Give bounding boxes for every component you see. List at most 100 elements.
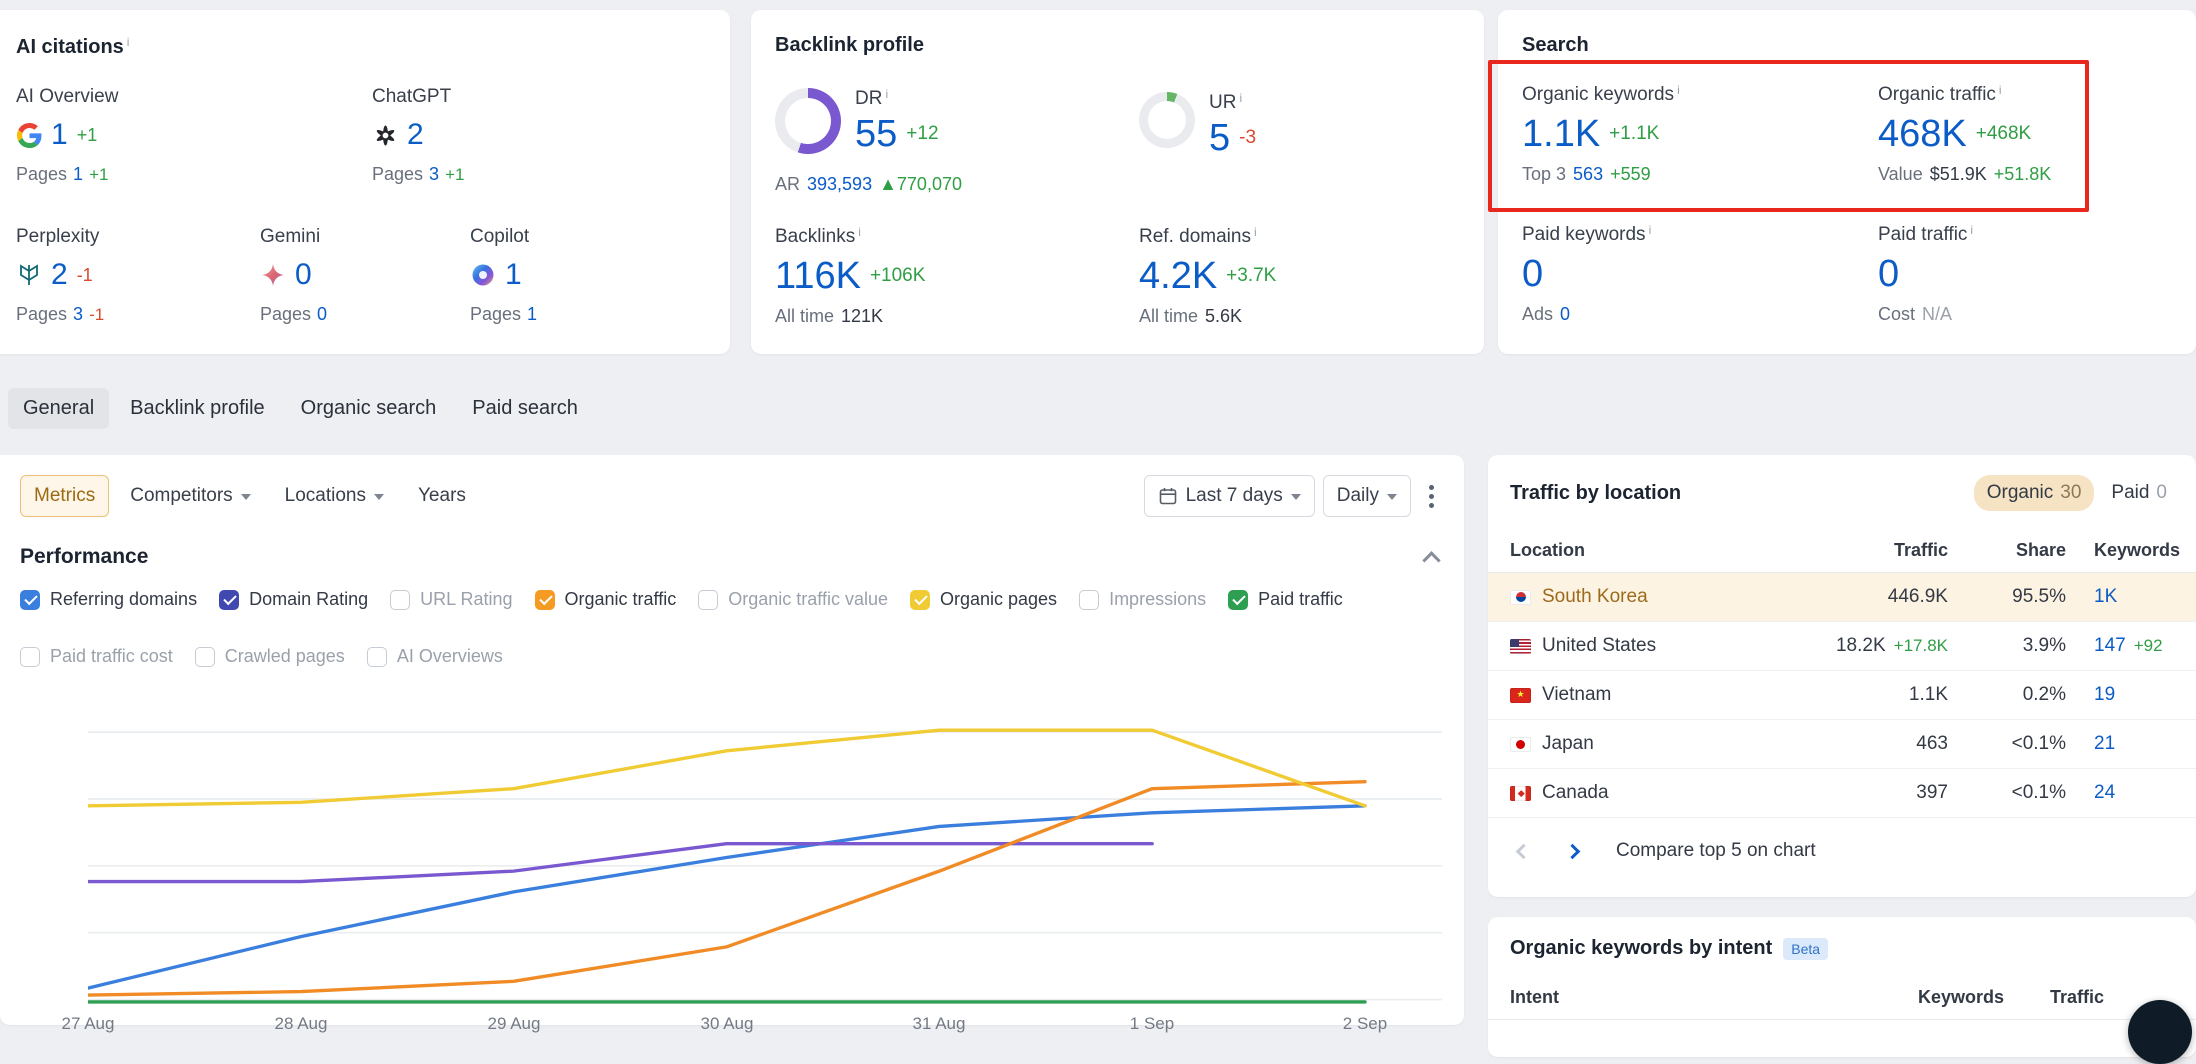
ar-value[interactable]: 393,593 (807, 174, 872, 195)
gemini-icon (260, 262, 286, 288)
checkbox[interactable] (195, 647, 215, 667)
info-icon[interactable]: i (858, 226, 861, 238)
copilot-icon (470, 262, 496, 288)
checkbox[interactable] (219, 590, 239, 610)
domain-rating-block: DRi 55 +12 (775, 88, 939, 164)
date-range-dropdown[interactable]: Last 7 days (1144, 475, 1315, 517)
organic-traffic-value[interactable]: 468K (1878, 115, 1967, 153)
keywords-link[interactable]: 1K (2094, 586, 2117, 608)
url-rating-block: URi 5 -3 (1139, 92, 1256, 168)
toggle-organic-traffic-value[interactable]: Organic traffic value (698, 589, 888, 610)
flag-vietnam-icon (1510, 688, 1531, 703)
locations-dropdown[interactable]: Locations (272, 476, 397, 516)
paid-keywords-metric: Paid keywordsi 0 Ads 0 (1522, 224, 1651, 325)
pages-value[interactable]: 1 (527, 304, 537, 325)
tab-paid-search[interactable]: Paid search (457, 388, 593, 429)
competitors-dropdown[interactable]: Competitors (117, 476, 263, 516)
toggle-organic-pages[interactable]: Organic pages (910, 589, 1057, 610)
metric-toggles: Referring domains Domain Rating URL Rati… (0, 569, 1444, 667)
performance-chart[interactable] (88, 682, 1442, 1026)
checkbox[interactable] (20, 590, 40, 610)
info-icon[interactable]: i (1999, 84, 2002, 96)
paid-keywords-value[interactable]: 0 (1522, 255, 1543, 293)
granularity-dropdown[interactable]: Daily (1323, 475, 1411, 517)
toggle-url-rating[interactable]: URL Rating (390, 589, 512, 610)
pages-value[interactable]: 3 (73, 304, 83, 325)
copilot-value[interactable]: 1 (505, 260, 522, 290)
pages-value[interactable]: 1 (73, 164, 83, 185)
toggle-domain-rating[interactable]: Domain Rating (219, 589, 368, 610)
checkbox[interactable] (535, 590, 555, 610)
metrics-button[interactable]: Metrics (20, 475, 109, 517)
toggle-referring-domains[interactable]: Referring domains (20, 589, 197, 610)
checkbox[interactable] (1228, 590, 1248, 610)
table-row-canada[interactable]: Canada 397 <0.1% 24 (1488, 769, 2196, 818)
paid-count: 0 (2156, 482, 2167, 504)
info-icon[interactable]: i (885, 88, 888, 100)
table-row-japan[interactable]: Japan 463 <0.1% 21 (1488, 720, 2196, 769)
keywords-link[interactable]: 21 (2094, 733, 2115, 755)
pages-delta: -1 (89, 305, 104, 325)
toggle-ai-overviews[interactable]: AI Overviews (367, 646, 503, 667)
checkbox[interactable] (910, 590, 930, 610)
toggle-crawled-pages[interactable]: Crawled pages (195, 646, 345, 667)
organic-keywords-value[interactable]: 1.1K (1522, 115, 1600, 153)
ref-domains-value[interactable]: 4.2K (1139, 257, 1217, 295)
info-icon[interactable]: i (1239, 92, 1242, 104)
performance-header: Performance (0, 517, 1464, 569)
ur-label: UR (1209, 92, 1236, 114)
info-icon[interactable]: i (1970, 224, 1973, 236)
table-row-south-korea[interactable]: South Korea 446.9K 95.5% 1K (1488, 573, 2196, 622)
ai-overview-value[interactable]: 1 (51, 120, 68, 150)
cost-value: N/A (1922, 304, 1952, 325)
keywords-link[interactable]: 24 (2094, 782, 2115, 804)
toggle-paid-traffic[interactable]: Paid traffic (1228, 589, 1343, 610)
chatgpt-value[interactable]: 2 (407, 120, 424, 150)
next-page-chevron-icon[interactable] (1565, 843, 1581, 859)
tab-general[interactable]: General (8, 388, 109, 429)
checkbox[interactable] (698, 590, 718, 610)
toggle-organic-traffic[interactable]: Organic traffic (535, 589, 677, 610)
info-icon[interactable]: i (1254, 226, 1257, 238)
tab-organic-search[interactable]: Organic search (286, 388, 452, 429)
ads-value[interactable]: 0 (1560, 304, 1570, 325)
perplexity-value[interactable]: 2 (51, 260, 68, 290)
perplexity-metric: Perplexity 2 -1 Pages 3 -1 (16, 226, 104, 325)
backlinks-value[interactable]: 116K (775, 257, 861, 295)
info-icon[interactable]: i (1677, 84, 1680, 96)
paid-tab[interactable]: Paid 0 (2098, 475, 2180, 511)
checkbox[interactable] (1079, 590, 1099, 610)
info-icon[interactable]: i (1649, 224, 1652, 236)
more-options-kebab-icon[interactable] (1419, 477, 1444, 516)
paid-traffic-value[interactable]: 0 (1878, 255, 1899, 293)
previous-page-chevron-icon[interactable] (1516, 843, 1532, 859)
pages-value[interactable]: 0 (317, 304, 327, 325)
table-row-vietnam[interactable]: Vietnam 1.1K 0.2% 19 (1488, 671, 2196, 720)
tab-backlink-profile[interactable]: Backlink profile (115, 388, 280, 429)
checkbox[interactable] (390, 590, 410, 610)
flag-japan-icon (1510, 737, 1531, 752)
chevron-down-icon (374, 494, 384, 505)
keywords-link[interactable]: 147 (2094, 635, 2126, 657)
pages-label: Pages (372, 164, 423, 185)
years-button[interactable]: Years (405, 476, 479, 516)
toggle-impressions[interactable]: Impressions (1079, 589, 1206, 610)
organic-tab[interactable]: Organic 30 (1974, 475, 2095, 511)
info-icon[interactable]: i (127, 36, 130, 48)
compare-top5-label[interactable]: Compare top 5 on chart (1616, 840, 1816, 862)
toggle-paid-traffic-cost[interactable]: Paid traffic cost (20, 646, 173, 667)
pages-value[interactable]: 3 (429, 164, 439, 185)
chat-widget-button[interactable] (2128, 1000, 2192, 1064)
traffic-by-location-card: Traffic by location Organic 30 Paid 0 Lo… (1488, 455, 2196, 897)
keywords-link[interactable]: 19 (2094, 684, 2115, 706)
chart-gridlines (88, 732, 1442, 999)
organic-keywords-metric: Organic keywordsi 1.1K +1.1K Top 3 563 +… (1522, 84, 1680, 185)
checkbox[interactable] (367, 647, 387, 667)
collapse-chevron-icon[interactable] (1422, 551, 1440, 569)
table-row-united-states[interactable]: United States 18.2K+17.8K 3.9% 147+92 (1488, 622, 2196, 671)
keywords-by-intent-title: Organic keywords by intent (1510, 937, 1772, 960)
gemini-value[interactable]: 0 (295, 260, 312, 290)
checkbox[interactable] (20, 647, 40, 667)
top3-value[interactable]: 563 (1573, 164, 1603, 185)
organic-traffic-metric: Organic traffici 468K +468K Value $51.9K… (1878, 84, 2051, 185)
